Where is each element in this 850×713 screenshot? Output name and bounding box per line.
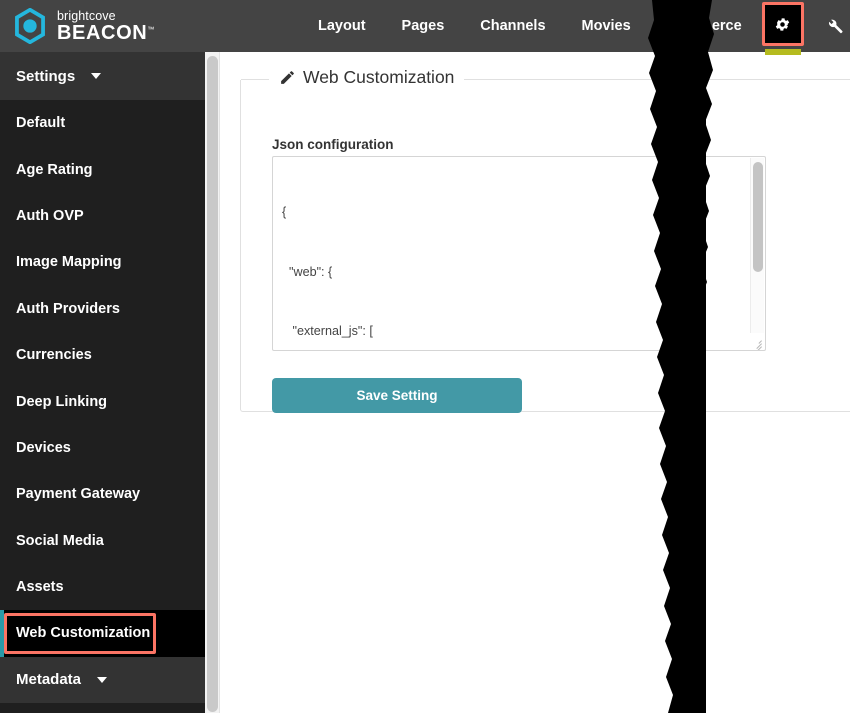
sidebar-item-label: Image Mapping (16, 254, 122, 271)
wrench-icon (828, 19, 843, 34)
code-line: "external_js": [ (282, 324, 373, 339)
settings-gear-button[interactable] (760, 0, 806, 55)
json-configuration-label: Json configuration (272, 137, 394, 152)
sidebar-header-label: Settings (16, 67, 76, 85)
save-setting-button[interactable]: Save Setting (272, 378, 522, 413)
chevron-down-icon (91, 73, 102, 79)
sidebar-item-label: Currencies (16, 347, 92, 364)
sidebar-item-label: Metadata (16, 671, 82, 689)
nav-layout[interactable]: Layout (300, 0, 384, 52)
settings-sidebar: Settings Default Age Rating Auth OVP Ima… (0, 52, 205, 713)
sidebar-item-social-media[interactable]: Social Media (0, 518, 205, 564)
sidebar-item-image-mapping[interactable]: Image Mapping (0, 239, 205, 285)
sidebar-item-auth-ovp[interactable]: Auth OVP (0, 193, 205, 239)
textarea-scrollbar[interactable] (750, 158, 764, 333)
pencil-icon (281, 71, 294, 84)
gear-active-underline (764, 49, 801, 55)
brightcove-hexagon-logo-icon (15, 8, 45, 44)
sidebar-item-devices[interactable]: Devices (0, 425, 205, 471)
sidebar-item-web-customization[interactable]: Web Customization (0, 610, 205, 657)
sidebar-item-label: Social Media (16, 532, 104, 549)
page-scrollbar[interactable] (205, 52, 220, 713)
brand-name-top: brightcove (57, 8, 116, 23)
sidebar-item-label: Auth Providers (16, 300, 120, 317)
nav-pages[interactable]: Pages (384, 0, 463, 52)
sidebar-item-label: Web Customization (16, 625, 151, 642)
textarea-scrollbar-thumb[interactable] (753, 162, 763, 272)
sidebar-item-metadata[interactable]: Metadata (0, 656, 205, 703)
top-nav-items: Layout Pages Channels Movies Commerce (300, 0, 850, 55)
nav-commerce[interactable]: Commerce (649, 0, 760, 52)
active-accent-bar (0, 610, 4, 657)
trademark-symbol: ™ (147, 26, 155, 34)
sidebar-item-currencies[interactable]: Currencies (0, 332, 205, 378)
code-line: "web": { (282, 264, 333, 279)
code-line: { (282, 204, 287, 219)
sidebar-item-label: Default (16, 115, 66, 132)
sidebar-item-label: Payment Gateway (16, 486, 141, 503)
sidebar-item-auth-providers[interactable]: Auth Providers (0, 286, 205, 332)
top-navigation-bar: brightcove BEACON™ Layout Pages Channels… (0, 0, 850, 55)
brand-logo[interactable]: brightcove BEACON™ (0, 8, 300, 44)
sidebar-item-default[interactable]: Default (0, 100, 205, 146)
sidebar-item-label: Deep Linking (16, 393, 108, 410)
nav-movies[interactable]: Movies (564, 0, 649, 52)
panel-legend: Web Customization (269, 67, 465, 88)
sidebar-item-label: Auth OVP (16, 207, 84, 224)
textarea-resize-handle[interactable] (749, 334, 764, 350)
app-window: brightcove BEACON™ Layout Pages Channels… (0, 0, 850, 713)
main-content: Web Customization Json configuration { "… (221, 52, 850, 713)
sidebar-item-payment-gateway[interactable]: Payment Gateway (0, 471, 205, 517)
panel-title: Web Customization (303, 67, 455, 87)
json-configuration-textarea[interactable]: { "web": { "external_js": [ { "url": "ht… (272, 156, 766, 351)
tools-wrench-button[interactable] (812, 0, 850, 52)
gear-icon (775, 17, 790, 31)
gear-highlight-box (761, 2, 804, 46)
brand-name-bottom: BEACON™ (57, 22, 155, 45)
chevron-down-icon (97, 676, 108, 683)
sidebar-item-label: Age Rating (16, 161, 93, 178)
web-customization-panel: Web Customization Json configuration { "… (240, 67, 850, 413)
page-scrollbar-thumb[interactable] (207, 56, 218, 712)
sidebar-item-label: Assets (16, 579, 64, 596)
json-configuration-value: { "web": { "external_js": [ { "url": "ht… (282, 163, 752, 350)
sidebar-header-settings[interactable]: Settings (0, 52, 205, 100)
sidebar-item-label: Devices (16, 439, 71, 456)
nav-channels[interactable]: Channels (462, 0, 563, 52)
sidebar-item-age-rating[interactable]: Age Rating (0, 146, 205, 192)
sidebar-item-deep-linking[interactable]: Deep Linking (0, 378, 205, 424)
sidebar-item-assets[interactable]: Assets (0, 564, 205, 610)
